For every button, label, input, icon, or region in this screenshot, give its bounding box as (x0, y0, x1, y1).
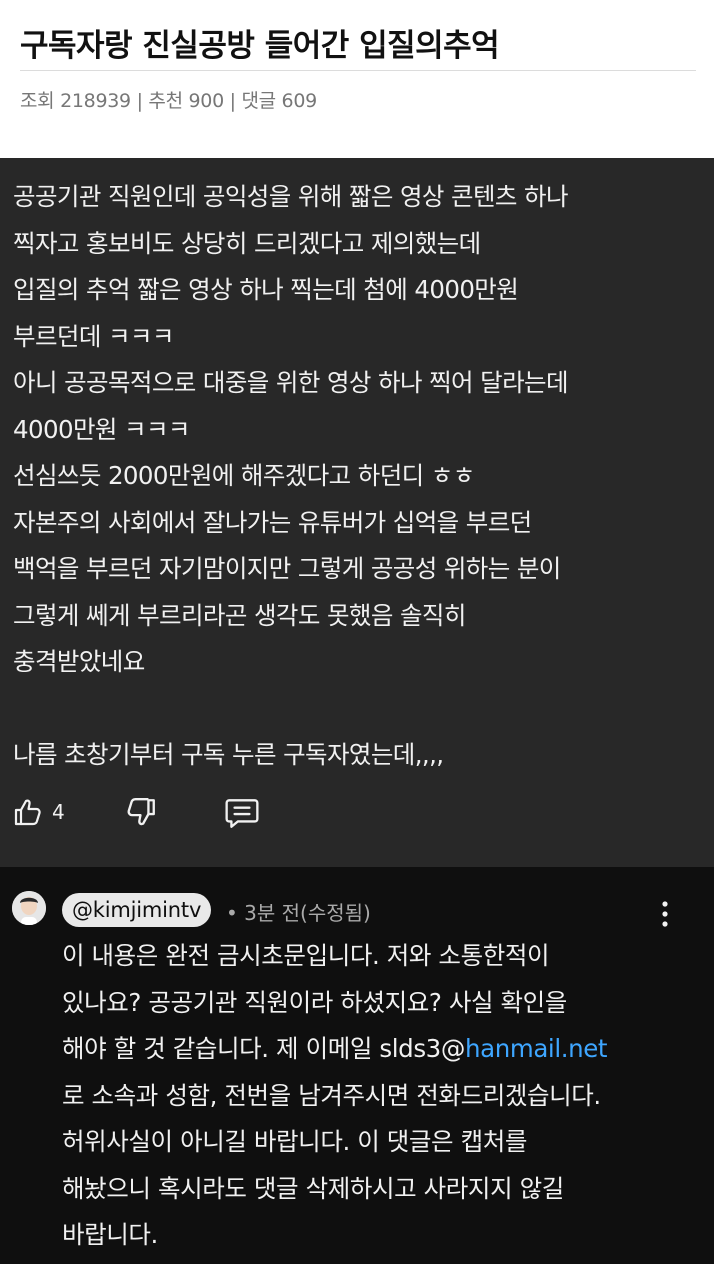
comment-line: 부르던데 ㅋㅋㅋ (13, 321, 174, 351)
reply-line: 이 내용은 완전 금시초문입니다. 저와 소통한적이 (62, 941, 550, 970)
reply-timestamp: • 3분 전(수정됨) (226, 901, 371, 925)
more-vert-icon-svg (662, 901, 668, 927)
comment-line: 아니 공공목적으로 대중을 위한 영상 하나 찍어 달라는데 (13, 368, 569, 397)
reply-line-text: 해야 할 것 같습니다. 제 이메일 slds3@ (62, 1034, 465, 1063)
comment-line: 공공기관 직원인데 공익성을 위해 짧은 영상 콘텐츠 하나 (13, 182, 569, 211)
reply-line: 로 소속과 성함, 전번을 남겨주시면 전화드리겠습니다. (62, 1080, 601, 1110)
reply-body: 이 내용은 완전 금시초문입니다. 저와 소통한적이 있나요? 공공기관 직원이… (62, 933, 608, 1259)
like-button[interactable]: 4 (12, 796, 65, 828)
comment-card: 공공기관 직원인데 공익성을 위해 짧은 영상 콘텐츠 하나 찍자고 홍보비도 … (0, 158, 714, 867)
creator-reply: @kimjimintv • 3분 전(수정됨) 이 내용은 완전 금시초문입니다… (0, 867, 714, 1264)
thumbs-down-icon (127, 798, 155, 826)
channel-handle: @kimjimintv (72, 898, 202, 922)
divider (20, 70, 696, 71)
post-header: 구독자랑 진실공방 들어간 입질의추억 조회 218939 | 추천 900 |… (0, 0, 714, 158)
comment-line: 선심쓰듯 2000만원에 해주겠다고 하던디 ㅎㅎ (13, 461, 475, 490)
avatar[interactable] (12, 891, 46, 925)
page-title: 구독자랑 진실공방 들어간 입질의추억 (20, 28, 500, 64)
reply-line: 있나요? 공공기관 직원이라 하셨지요? 사실 확인을 (62, 987, 567, 1017)
comment-line: 4000만원 ㅋㅋㅋ (13, 414, 190, 444)
post-stats: 조회 218939 | 추천 900 | 댓글 609 (20, 90, 317, 112)
comment-line: 찍자고 홍보비도 상당히 드리겠다고 제의했는데 (13, 228, 481, 258)
like-count: 4 (52, 800, 65, 824)
reply-line: 바랍니다. (62, 1220, 158, 1249)
comment-body: 공공기관 직원인데 공익성을 위해 짧은 영상 콘텐츠 하나 찍자고 홍보비도 … (13, 174, 569, 779)
comment-line: 그렇게 쎄게 부르리라곤 생각도 못했음 솔직히 (13, 600, 466, 630)
comment-icon (225, 799, 259, 828)
comment-line: 나름 초창기부터 구독 누른 구독자였는데,,,, (13, 740, 444, 769)
avatar-image (12, 891, 46, 925)
comment-actions: 4 (0, 796, 714, 836)
comment-line: 입질의 추억 짧은 영상 하나 찍는데 첨에 4000만원 (13, 275, 519, 304)
reply-button[interactable] (224, 796, 260, 830)
reply-line: 해야 할 것 같습니다. 제 이메일 slds3@hanmail.net (62, 1026, 608, 1073)
channel-handle-badge[interactable]: @kimjimintv (62, 893, 212, 927)
comment-line-blank (13, 686, 568, 733)
comment-line: 자본주의 사회에서 잘나가는 유튜버가 십억을 부르던 (13, 507, 532, 537)
email-link[interactable]: hanmail.net (465, 1034, 608, 1063)
dislike-button[interactable] (124, 796, 158, 830)
thumbs-up-icon (14, 799, 41, 826)
reply-line: 해놨으니 혹시라도 댓글 삭제하시고 사라지지 않길 (62, 1173, 564, 1203)
comment-line: 충격받았네요 (13, 647, 145, 676)
more-vert-icon[interactable] (656, 899, 674, 929)
comment-line: 백억을 부르던 자기맘이지만 그렇게 공공성 위하는 분이 (13, 554, 561, 583)
reply-line: 허위사실이 아니길 바랍니다. 이 댓글은 캡처를 (62, 1127, 527, 1156)
